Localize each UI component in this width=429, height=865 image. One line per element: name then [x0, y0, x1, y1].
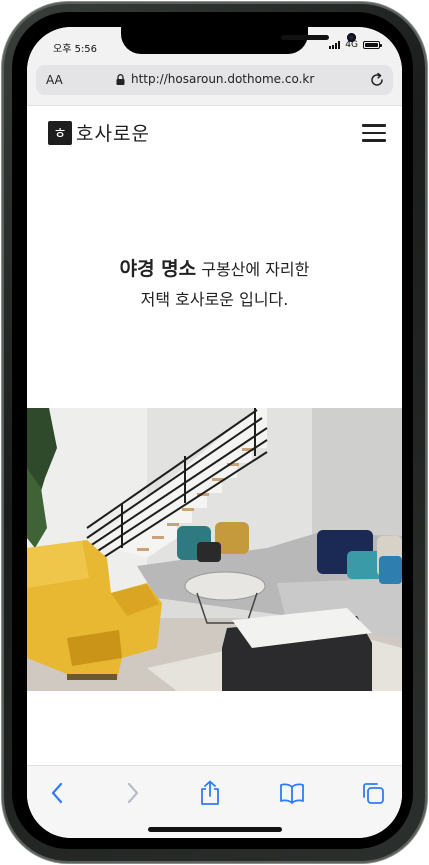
hero-headline: 야경 명소 구봉산에 자리한	[27, 254, 402, 281]
address-bar[interactable]: AA http://hosaroun.dothome.co.kr	[36, 65, 393, 95]
status-time: 오후 5:56	[53, 44, 98, 55]
hero-section: 야경 명소 구봉산에 자리한 저택 호사로운 입니다.	[27, 160, 402, 408]
speaker	[281, 35, 329, 40]
hero-subline: 저택 호사로운 입니다.	[140, 290, 289, 309]
logo-text: 호사로운	[76, 123, 150, 145]
status-indicators: 4G	[329, 40, 382, 50]
reload-icon[interactable]	[369, 72, 385, 92]
reader-settings-button[interactable]: AA	[46, 73, 63, 87]
bookmarks-icon[interactable]	[279, 780, 305, 806]
forward-icon[interactable]	[120, 780, 146, 806]
logo-mark: ㅎ	[48, 120, 72, 145]
site-header: ㅎ 호사로운	[27, 106, 402, 161]
signal-icon	[329, 41, 341, 49]
site-logo[interactable]: ㅎ 호사로운	[48, 119, 150, 146]
camera	[347, 33, 356, 42]
battery-icon	[363, 41, 382, 49]
hamburger-menu-icon[interactable]	[362, 124, 386, 142]
living-room-photo	[27, 408, 402, 691]
tabs-icon[interactable]	[360, 780, 386, 806]
back-icon[interactable]	[44, 780, 70, 806]
screen: 오후 5:56 4G AA http://hosaroun.dothome.co…	[27, 27, 402, 838]
notch	[121, 27, 356, 54]
home-indicator	[148, 827, 282, 832]
url-text: http://hosaroun.dothome.co.kr	[131, 72, 315, 86]
share-icon[interactable]	[197, 780, 223, 806]
url-display[interactable]: http://hosaroun.dothome.co.kr	[116, 72, 314, 86]
browser-address-area: AA http://hosaroun.dothome.co.kr	[27, 63, 402, 106]
lock-icon	[116, 73, 125, 85]
hero-highlight: 야경 명소	[119, 258, 197, 280]
hero-line1-rest: 구봉산에 자리한	[196, 260, 310, 279]
